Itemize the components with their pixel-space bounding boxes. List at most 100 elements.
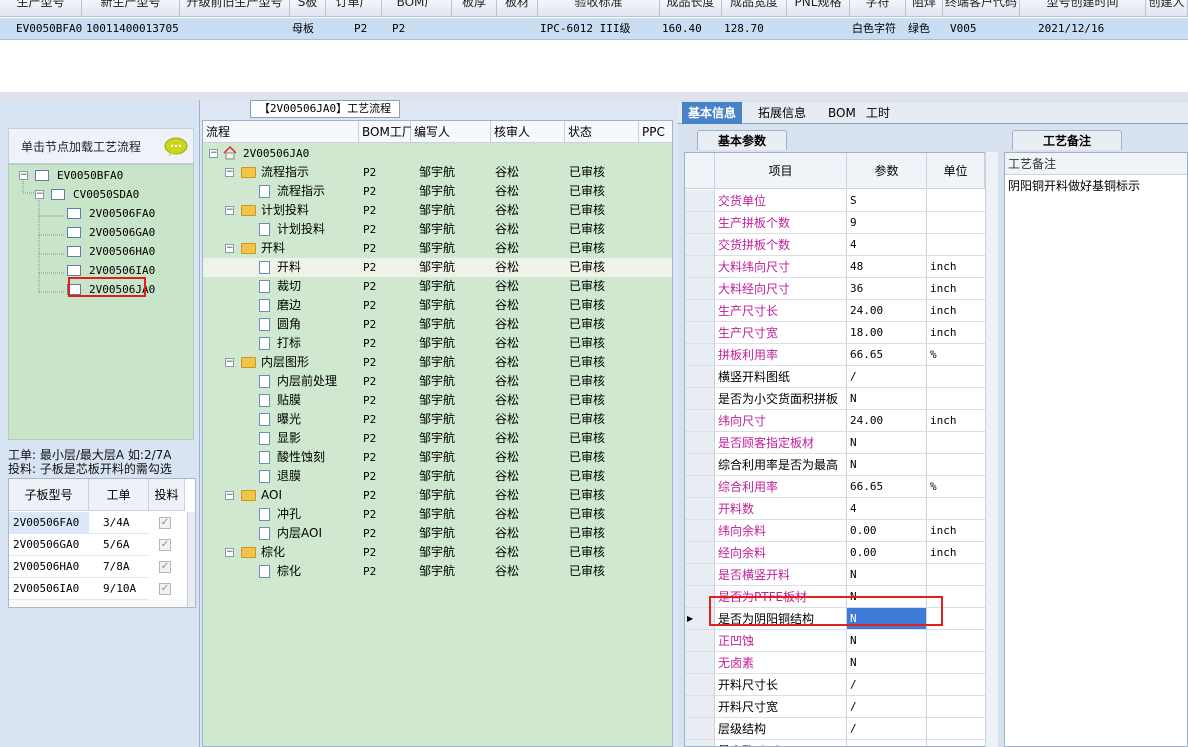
process-step-row[interactable]: 曝光 P2 邹宇航 谷松 已审核 [203, 410, 672, 429]
feed-checkbox[interactable]: ✓ [159, 517, 171, 529]
tree-node[interactable]: EV0050BFA0 [57, 169, 123, 182]
tab-extended-info[interactable]: 拓展信息 [752, 102, 812, 124]
process-step-row[interactable]: 显影 P2 邹宇航 谷松 已审核 [203, 429, 672, 448]
param-value[interactable]: 0.00 [847, 520, 927, 542]
sub-grid-header[interactable]: 投料 [149, 479, 185, 511]
param-value[interactable]: N [847, 630, 927, 652]
process-step-row[interactable]: 冲孔 P2 邹宇航 谷松 已审核 [203, 505, 672, 524]
process-column-header[interactable]: 状态 [565, 121, 639, 143]
column-header[interactable]: 终端客户代码 [943, 0, 1020, 17]
process-step-row[interactable]: 磨边 P2 邹宇航 谷松 已审核 [203, 296, 672, 315]
sub-grid-cell[interactable]: 2V00506FA0 [9, 512, 89, 534]
sub-grid-cell[interactable]: 5/6A [89, 534, 149, 556]
process-step-row[interactable]: 酸性蚀刻 P2 邹宇航 谷松 已审核 [203, 448, 672, 467]
row-indicator[interactable] [685, 278, 715, 300]
expand-toggle[interactable]: − [225, 548, 234, 557]
row-indicator[interactable] [685, 256, 715, 278]
column-header[interactable]: 字符 [850, 0, 906, 17]
expand-toggle[interactable]: − [225, 244, 234, 253]
param-value[interactable]: 18.00 [847, 322, 927, 344]
expand-toggle[interactable]: − [209, 149, 218, 158]
feed-checkbox[interactable]: ✓ [159, 583, 171, 595]
sub-grid-cell[interactable]: 2V00506GA0 [9, 534, 89, 556]
process-step-row[interactable]: 圆角 P2 邹宇航 谷松 已审核 [203, 315, 672, 334]
process-step-row[interactable]: 退膜 P2 邹宇航 谷松 已审核 [203, 467, 672, 486]
process-group-row[interactable]: − AOI P2 邹宇航 谷松 已审核 [203, 486, 672, 505]
param-value[interactable]: N [847, 652, 927, 674]
param-value[interactable]: N [847, 454, 927, 476]
param-value[interactable]: 66.65 [847, 476, 927, 498]
row-indicator[interactable] [685, 234, 715, 256]
row-indicator[interactable] [685, 454, 715, 476]
column-header[interactable]: S板 [290, 0, 326, 17]
parameter-scrollbar[interactable] [985, 152, 998, 747]
process-column-header[interactable]: 编写人 [411, 121, 491, 143]
process-column-header[interactable]: 核审人 [491, 121, 565, 143]
row-indicator[interactable] [685, 322, 715, 344]
param-column-header[interactable]: 项目 [715, 153, 847, 189]
column-header[interactable]: 创建人 [1146, 0, 1188, 17]
process-group-row[interactable]: − 内层图形 P2 邹宇航 谷松 已审核 [203, 353, 672, 372]
row-indicator[interactable] [685, 652, 715, 674]
param-value[interactable]: N [847, 564, 927, 586]
column-header[interactable]: 生产型号 [0, 0, 82, 17]
sub-grid-header[interactable]: 子板型号 [9, 479, 89, 511]
expand-toggle[interactable]: − [19, 171, 28, 180]
tree-node[interactable]: CV0050SDA0 [73, 188, 139, 201]
column-header[interactable]: 成品宽度 [722, 0, 787, 17]
param-value[interactable]: N [847, 388, 927, 410]
column-header[interactable]: PNL规格 [787, 0, 850, 17]
section-process-notes[interactable]: 工艺备注 [1012, 130, 1122, 150]
column-header[interactable]: 阻焊 [906, 0, 943, 17]
row-indicator[interactable] [685, 300, 715, 322]
param-value[interactable]: 48 [847, 256, 927, 278]
column-header[interactable]: 新生产型号 [82, 0, 180, 17]
process-step-row[interactable]: 贴膜 P2 邹宇航 谷松 已审核 [203, 391, 672, 410]
param-column-header[interactable]: 单位 [927, 153, 985, 189]
row-indicator[interactable] [685, 630, 715, 652]
param-value[interactable]: 66.65 [847, 344, 927, 366]
feed-checkbox[interactable]: ✓ [159, 561, 171, 573]
param-value[interactable]: 0.00 [847, 542, 927, 564]
row-indicator[interactable] [685, 542, 715, 564]
param-value[interactable]: 4 [847, 234, 927, 256]
process-column-header[interactable]: 流程 [203, 121, 359, 143]
tree-node[interactable]: 2V00506IA0 [89, 264, 155, 277]
tree-node[interactable]: 2V00506FA0 [89, 207, 155, 220]
param-column-header[interactable]: 参数 [847, 153, 927, 189]
row-indicator[interactable] [685, 564, 715, 586]
row-indicator[interactable] [685, 190, 715, 212]
column-header[interactable]: 验收标准 [538, 0, 660, 17]
tab-bom[interactable]: BOM [822, 102, 862, 124]
param-value[interactable]: 36 [847, 278, 927, 300]
sub-grid-cell[interactable]: 2V00506IA0 [9, 578, 89, 600]
param-value[interactable]: / [847, 366, 927, 388]
row-indicator[interactable] [685, 366, 715, 388]
param-value[interactable]: 4 [847, 498, 927, 520]
sub-grid-cell[interactable]: 3/4A [89, 512, 149, 534]
param-value[interactable]: N [847, 432, 927, 454]
param-value[interactable]: / [847, 740, 927, 746]
param-value[interactable]: / [847, 696, 927, 718]
section-basic-params[interactable]: 基本参数 [697, 130, 787, 150]
row-indicator[interactable] [685, 498, 715, 520]
column-header[interactable]: 成品长度 [660, 0, 722, 17]
splitter[interactable] [0, 92, 1188, 100]
row-indicator[interactable] [685, 212, 715, 234]
column-header[interactable]: 板材 [497, 0, 538, 17]
process-group-row[interactable]: − 流程指示 P2 邹宇航 谷松 已审核 [203, 163, 672, 182]
row-indicator[interactable] [685, 432, 715, 454]
process-group-row[interactable]: − 棕化 P2 邹宇航 谷松 已审核 [203, 543, 672, 562]
row-indicator[interactable] [685, 674, 715, 696]
process-step-row[interactable]: 流程指示 P2 邹宇航 谷松 已审核 [203, 182, 672, 201]
expand-toggle[interactable]: − [225, 168, 234, 177]
row-indicator[interactable] [685, 410, 715, 432]
tab-work-hours[interactable]: 工时 [860, 102, 896, 124]
row-indicator[interactable] [685, 718, 715, 740]
expand-toggle[interactable]: − [35, 190, 44, 199]
sub-grid-header[interactable]: 工单 [89, 479, 149, 511]
process-step-row[interactable]: 内层AOI P2 邹宇航 谷松 已审核 [203, 524, 672, 543]
expand-toggle[interactable]: − [225, 206, 234, 215]
param-value[interactable]: 9 [847, 212, 927, 234]
row-indicator[interactable] [685, 388, 715, 410]
